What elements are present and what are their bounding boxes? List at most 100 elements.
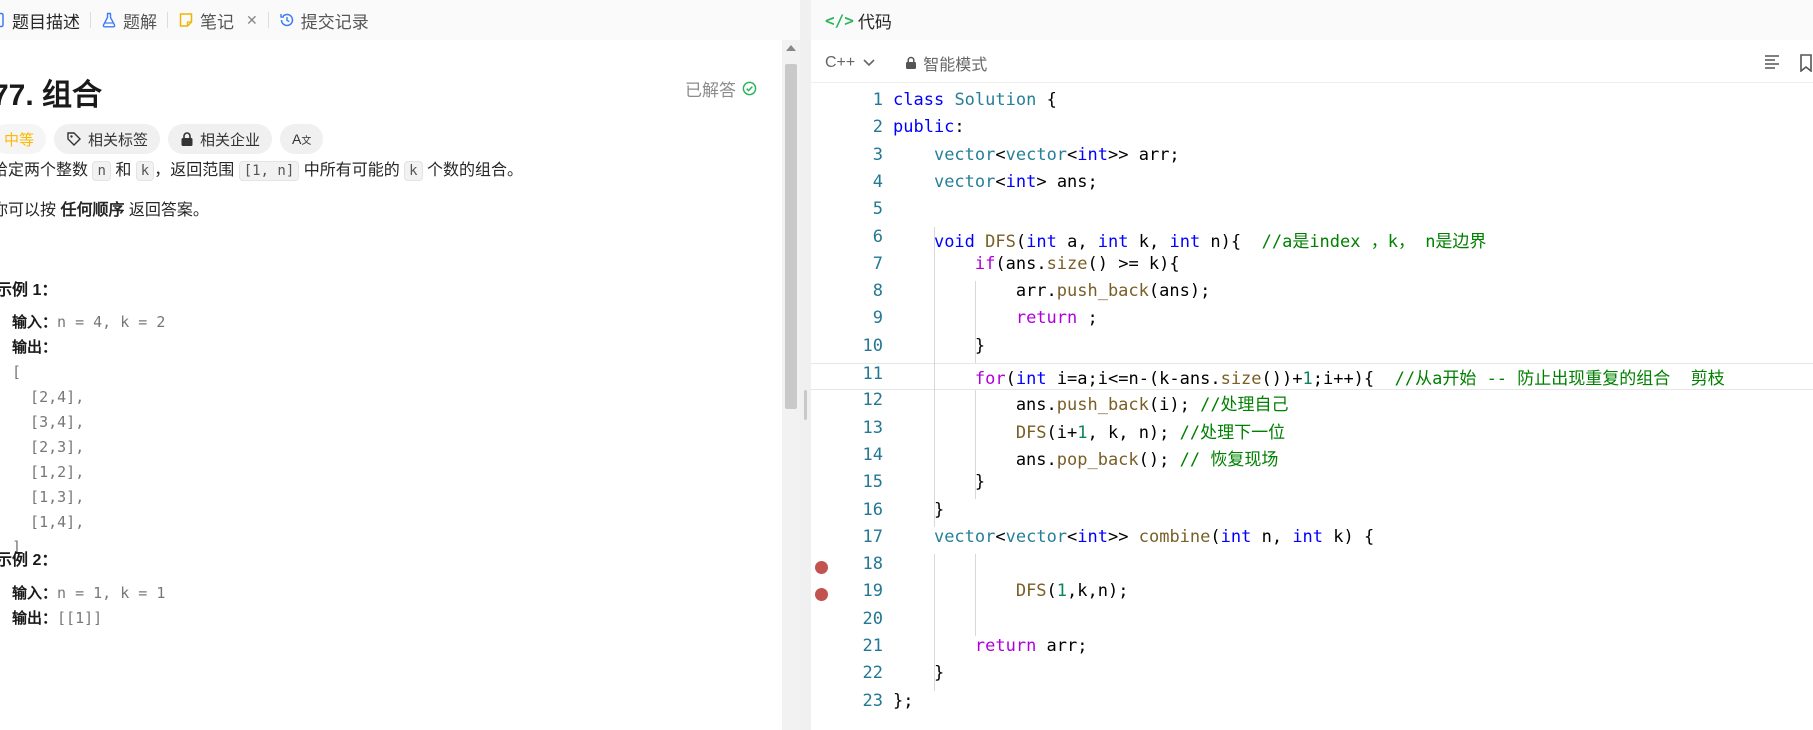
code-line[interactable]: 22 } — [811, 663, 1813, 690]
code-text: public: — [893, 117, 965, 138]
code-line[interactable]: 11 for(int i=a;i<=n-(k-ans.size())+1;i++… — [811, 363, 1813, 390]
indent-guide — [975, 390, 976, 500]
line-number: 2 — [872, 117, 883, 138]
chevron-down-icon — [863, 59, 875, 67]
input-value: n = 4, k = 2 — [57, 313, 166, 331]
code-line[interactable]: 19 DFS(1,k,n); — [811, 581, 1813, 608]
code-text: return ; — [1015, 308, 1098, 329]
editor-toolbar: C++ 智能模式 — [811, 44, 1813, 83]
code-line[interactable]: 7 if(ans.size() >= k){ — [811, 254, 1813, 281]
code-line[interactable]: 20 — [811, 609, 1813, 636]
breakpoint-icon[interactable] — [815, 588, 828, 602]
problem-title: 77. 组合 — [0, 79, 103, 112]
panel-splitter[interactable] — [800, 0, 811, 730]
code-line[interactable]: 18 — [811, 554, 1813, 581]
code-text: arr.push_back(ans); — [893, 281, 1211, 302]
code-line[interactable]: 3 vector<vector<int>> arr; — [811, 145, 1813, 172]
format-icon[interactable] — [1763, 54, 1781, 70]
line-number: 23 — [862, 690, 883, 711]
output-value: [[1]] — [57, 609, 103, 627]
code-text: return arr; — [974, 636, 1088, 656]
output-label: 输出： — [12, 610, 58, 627]
tab-label: 笔记 — [200, 12, 234, 32]
mode-label: 智能模式 — [923, 57, 988, 74]
code-line[interactable]: 12 ans.push_back(i); //处理自己 — [811, 390, 1813, 417]
history-icon — [279, 12, 295, 28]
code-line[interactable]: 1 class Solution { — [811, 90, 1813, 117]
related-companies-button[interactable]: 相关企业 — [168, 124, 273, 154]
code-line[interactable]: 14 ans.pop_back(); // 恢复现场 — [811, 445, 1813, 472]
desc-text: 给定两个整数 — [0, 162, 93, 179]
flask-icon — [101, 12, 117, 28]
code-line[interactable]: 4 vector<int> ans; — [811, 172, 1813, 199]
code-text: vector<vector<int>> arr; — [933, 144, 1180, 165]
code-text: vector<int> ans; — [933, 171, 1098, 192]
desc-text: 个数的组合。 — [422, 162, 524, 179]
line-number: 13 — [862, 417, 883, 438]
code-header: </> 代码 — [811, 0, 1813, 40]
related-companies-label: 相关企业 — [200, 131, 261, 149]
inline-code: n — [92, 161, 111, 181]
code-line[interactable]: 6 void DFS(int a, int k, int n){ //a是ind… — [811, 227, 1813, 254]
example-1-title: 示例 1： — [0, 282, 58, 299]
code-line[interactable]: 15 } — [811, 472, 1813, 499]
code-text: } — [893, 472, 986, 493]
code-line[interactable]: 10 } — [811, 336, 1813, 363]
input-label: 输入： — [12, 314, 58, 331]
toolbar-actions — [1763, 54, 1813, 72]
tab-history[interactable]: 提交记录 — [269, 0, 379, 40]
language-label: C++ — [825, 54, 856, 71]
code-line[interactable]: 23}; — [811, 691, 1813, 718]
code-line[interactable]: 17 vector<vector<int>> combine(int n, in… — [811, 527, 1813, 554]
close-icon[interactable]: ✕ — [246, 12, 258, 29]
code-line[interactable]: 21 return arr; — [811, 636, 1813, 663]
tag-icon — [67, 132, 82, 146]
related-tags-button[interactable]: 相关标签 — [54, 124, 161, 154]
splitter-handle[interactable] — [804, 390, 807, 420]
code-line[interactable]: 2 public: — [811, 117, 1813, 144]
example-2-block: 输入：n = 1, k = 1 输出：[[1]] — [12, 581, 165, 631]
code-line[interactable]: 13 DFS(i+1, k, n); //处理下一位 — [811, 418, 1813, 445]
line-number: 1 — [872, 90, 883, 110]
code-text: if(ans.size() >= k){ — [974, 253, 1180, 274]
problem-tabbar: 题目描述 题解 笔记 ✕ 提交记录 — [0, 0, 800, 40]
code-text: for(int i=a;i<=n-(k-ans.size())+1;i++){ … — [974, 369, 1725, 389]
line-number: 14 — [862, 444, 883, 465]
line-number: 19 — [862, 581, 883, 602]
scrollbar-thumb[interactable] — [785, 64, 797, 409]
indent-guide — [934, 226, 935, 527]
output-value: [ [2,4], [3,4], [2,3], [1,2], [1,3], [1,… — [12, 363, 85, 556]
code-line[interactable]: 8 arr.push_back(ans); — [811, 281, 1813, 308]
line-number: 7 — [872, 253, 883, 274]
tab-description[interactable]: 题目描述 — [0, 0, 90, 40]
smart-mode-toggle[interactable]: 智能模式 — [905, 51, 987, 75]
desc-bold: 任何顺序 — [60, 202, 125, 219]
translate-button[interactable]: A文 — [280, 124, 324, 154]
code-text: vector<vector<int>> combine(int n, int k… — [933, 526, 1375, 547]
tab-label: 提交记录 — [300, 12, 369, 32]
breakpoint-icon[interactable] — [815, 561, 828, 575]
solved-label: 已解答 — [685, 81, 736, 100]
code-panel: </> 代码 C++ 智能模式 1 class Solution {2 public… — [811, 0, 1813, 730]
difficulty-badge[interactable]: 中等 — [0, 124, 47, 154]
code-editor[interactable]: 1 class Solution {2 public: 3 vector<vector… — [811, 90, 1813, 730]
tab-note[interactable]: 笔记 ✕ — [168, 0, 268, 40]
bookmark-icon[interactable] — [1799, 54, 1813, 72]
code-line[interactable]: 16 } — [811, 500, 1813, 527]
scrollbar[interactable] — [782, 40, 800, 730]
input-value: n = 1, k = 1 — [57, 584, 166, 602]
desc-text: 返回答案。 — [124, 202, 209, 219]
line-number: 3 — [872, 144, 883, 165]
tab-label: 题解 — [123, 12, 157, 32]
code-line[interactable]: 5 — [811, 199, 1813, 226]
language-select[interactable]: C++ — [825, 54, 875, 72]
indent-guide — [934, 554, 935, 691]
related-tags-label: 相关标签 — [88, 131, 149, 149]
example-2-title: 示例 2： — [0, 552, 58, 569]
indent-guide — [975, 281, 976, 363]
code-text: DFS(1,k,n); — [1015, 581, 1129, 602]
tab-flask[interactable]: 题解 — [91, 0, 167, 40]
note-icon — [178, 12, 194, 28]
scroll-up-arrow-icon[interactable] — [786, 45, 796, 51]
code-line[interactable]: 9 return ; — [811, 308, 1813, 335]
